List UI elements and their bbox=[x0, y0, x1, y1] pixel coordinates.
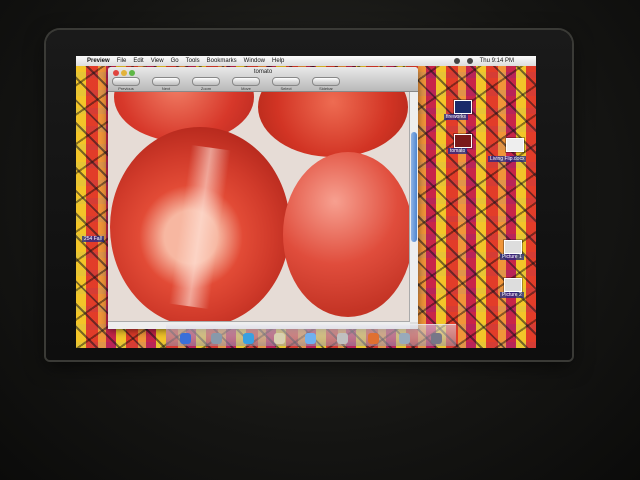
tool-next-pill bbox=[152, 77, 180, 86]
window-titlebar[interactable]: tomato Previous Next Zoom Move Select Si… bbox=[108, 67, 418, 92]
window-toolbar: Previous Next Zoom Move Select Sidebar bbox=[112, 77, 414, 91]
desktop-label-picture-1: Picture 1 bbox=[500, 254, 524, 260]
tool-sidebar-label: Sidebar bbox=[319, 86, 333, 91]
tool-select-pill bbox=[272, 77, 300, 86]
scrollbar-thumb[interactable] bbox=[411, 132, 417, 242]
dock-preview-icon[interactable] bbox=[336, 333, 348, 344]
dock-dashboard-icon[interactable] bbox=[211, 333, 223, 344]
desktop-label-doc: Living Flip.docx bbox=[488, 156, 527, 162]
desktop-icon-doc[interactable] bbox=[506, 138, 524, 152]
tool-previous[interactable]: Previous bbox=[112, 77, 140, 91]
tomato-halved bbox=[110, 127, 290, 322]
menu-clock[interactable]: Thu 9:14 PM bbox=[480, 58, 536, 64]
dock-finder-icon[interactable] bbox=[180, 333, 192, 344]
screen: Preview File Edit View Go Tools Bookmark… bbox=[76, 56, 536, 348]
desktop-label-picture-2: Picture 2 bbox=[500, 292, 524, 298]
menu-help[interactable]: Help bbox=[272, 58, 284, 64]
tool-next[interactable]: Next bbox=[152, 77, 180, 91]
tool-zoom-label: Zoom bbox=[200, 86, 212, 91]
tool-zoom[interactable]: Zoom bbox=[192, 77, 220, 91]
dock-mail-icon[interactable] bbox=[274, 333, 286, 344]
tool-select[interactable]: Select bbox=[272, 77, 300, 91]
menu-bar: Preview File Edit View Go Tools Bookmark… bbox=[76, 56, 536, 66]
menu-bookmarks[interactable]: Bookmarks bbox=[207, 58, 237, 64]
preview-window: tomato Previous Next Zoom Move Select Si… bbox=[108, 67, 418, 329]
desktop-label-254-fall: 254 Fall bbox=[82, 236, 104, 242]
desktop-label-tomato: tomato bbox=[448, 148, 468, 154]
volume-icon[interactable] bbox=[466, 58, 473, 64]
menu-edit[interactable]: Edit bbox=[133, 58, 143, 64]
dock-folder-icon[interactable] bbox=[399, 333, 411, 344]
tomato-photo bbox=[108, 92, 410, 322]
tool-move[interactable]: Move bbox=[232, 77, 260, 91]
tool-move-pill bbox=[232, 77, 260, 86]
tool-move-label: Move bbox=[241, 86, 251, 91]
tool-sidebar[interactable]: Sidebar bbox=[312, 77, 340, 91]
tomato-whole bbox=[283, 152, 410, 317]
menu-file[interactable]: File bbox=[117, 58, 127, 64]
tool-previous-pill bbox=[112, 77, 140, 86]
window-title: tomato bbox=[253, 69, 273, 75]
menu-app-name[interactable]: Preview bbox=[87, 58, 110, 64]
desktop-icon-tomato[interactable] bbox=[454, 134, 472, 148]
dock-itunes-icon[interactable] bbox=[305, 333, 317, 344]
menu-tools[interactable]: Tools bbox=[186, 58, 200, 64]
vertical-scrollbar[interactable] bbox=[409, 92, 418, 322]
dock-firefox-icon[interactable] bbox=[368, 333, 380, 344]
tool-next-label: Next bbox=[161, 86, 171, 91]
desktop-icon-picture-1[interactable] bbox=[504, 240, 522, 254]
tool-select-label: Select bbox=[280, 86, 292, 91]
dock-trash-icon[interactable] bbox=[430, 333, 442, 344]
desktop-icon-picture-2[interactable] bbox=[504, 278, 522, 292]
menu-view[interactable]: View bbox=[151, 58, 164, 64]
wifi-icon[interactable] bbox=[453, 58, 460, 64]
tool-sidebar-pill bbox=[312, 77, 340, 86]
dock-safari-icon[interactable] bbox=[242, 333, 254, 344]
tool-zoom-pill bbox=[192, 77, 220, 86]
menu-go[interactable]: Go bbox=[171, 58, 179, 64]
tomato-top-right bbox=[258, 92, 408, 157]
desktop-label-fireworks: fireworks bbox=[444, 114, 469, 120]
tool-previous-label: Previous bbox=[118, 86, 134, 91]
dock bbox=[166, 324, 456, 346]
menu-window[interactable]: Window bbox=[244, 58, 265, 64]
desktop-icon-fireworks[interactable] bbox=[454, 100, 472, 114]
